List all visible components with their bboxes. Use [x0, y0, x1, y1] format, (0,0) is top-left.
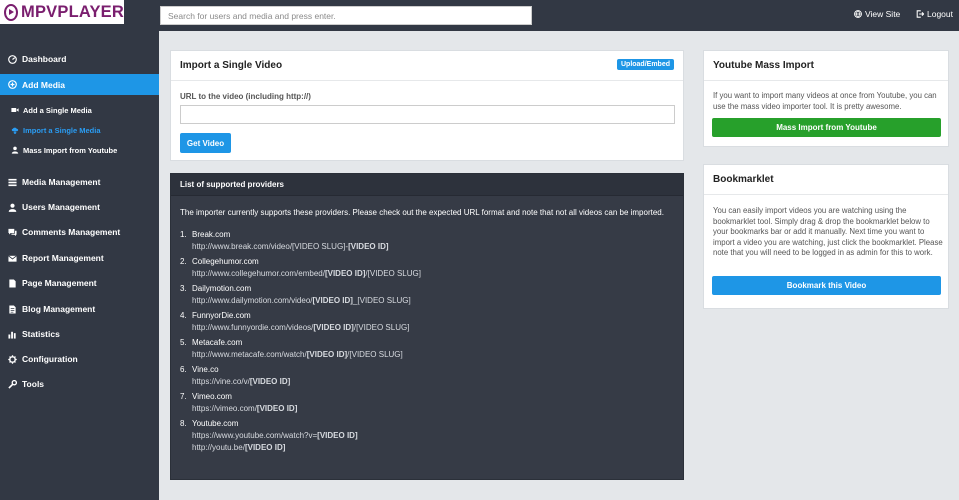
sidebar-item-media-management[interactable]: Media Management — [0, 176, 159, 188]
comments-icon — [8, 228, 17, 237]
sidebar-item-users-management[interactable]: Users Management — [0, 201, 159, 213]
blog-icon — [8, 304, 17, 314]
wrench-icon — [8, 379, 17, 389]
provider-url: http://www.funnyordie.com/videos/[VIDEO … — [192, 323, 410, 332]
sidebar-item-tools[interactable]: Tools — [0, 378, 159, 390]
logo[interactable]: MPVPLAYER — [0, 0, 124, 24]
dashboard-icon — [8, 54, 17, 64]
user-icon — [11, 146, 19, 154]
bookmarklet-header: Bookmarklet — [704, 165, 948, 195]
top-bar: MPVPLAYER View Site Logout — [0, 0, 959, 31]
providers-panel: List of supported providers The importer… — [170, 173, 684, 480]
sidebar-item-label: Comments Management — [22, 227, 121, 237]
provider-url: https://www.youtube.com/watch?v=[VIDEO I… — [192, 431, 358, 440]
panel-title: Import a Single Video — [180, 60, 283, 71]
list-icon — [8, 178, 17, 187]
logout-label: Logout — [927, 9, 953, 19]
provider-name: FunnyorDie.com — [192, 311, 251, 320]
view-site-label: View Site — [865, 9, 901, 19]
search-input[interactable] — [160, 6, 532, 25]
sidebar-item-label: Media Management — [22, 177, 101, 187]
bar-chart-icon — [8, 330, 17, 339]
plus-circle-icon — [8, 80, 17, 89]
sidebar-item-label: Configuration — [22, 354, 78, 364]
sidebar: Dashboard Add Media Add a Single Media I… — [0, 31, 159, 500]
import-panel-header: Import a Single Video Upload/Embed — [171, 51, 683, 81]
provider-name: Metacafe.com — [192, 338, 243, 347]
sidebar-item-label: Page Management — [22, 278, 97, 288]
provider-name: Dailymotion.com — [192, 284, 252, 293]
bookmarklet-panel: Bookmarklet You can easily import videos… — [703, 164, 949, 309]
provider-name: Vimeo.com — [192, 392, 232, 401]
get-video-button[interactable]: Get Video — [180, 133, 231, 153]
mass-import-panel: Youtube Mass Import If you want to impor… — [703, 50, 949, 147]
sidebar-item-configuration[interactable]: Configuration — [0, 353, 159, 365]
logout-icon — [916, 10, 924, 18]
logo-text: MPVPLAYER — [21, 2, 124, 21]
provider-name: Youtube.com — [192, 419, 239, 428]
provider-url-alt: http://youtu.be/[VIDEO ID] — [192, 443, 286, 452]
provider-url: http://www.metacafe.com/watch/[VIDEO ID]… — [192, 350, 403, 359]
provider-name: Break.com — [192, 230, 231, 239]
sidebar-item-label: Tools — [22, 379, 45, 389]
sidebar-subitem-label: Mass Import from Youtube — [23, 145, 118, 155]
sidebar-subitem-import-single[interactable]: Import a Single Media — [0, 125, 159, 135]
sidebar-item-label: Statistics — [22, 329, 60, 339]
provider-name: Collegehumor.com — [192, 257, 259, 266]
play-icon — [4, 3, 19, 21]
url-label: URL to the video (including http://) — [180, 92, 311, 101]
provider-url: http://www.dailymotion.com/video/[VIDEO … — [192, 296, 411, 305]
sidebar-item-label: Users Management — [22, 202, 100, 212]
sidebar-item-page-management[interactable]: Page Management — [0, 277, 159, 289]
panel-title: Bookmarklet — [713, 174, 774, 185]
sidebar-item-label: Add Media — [22, 79, 65, 90]
mass-import-button[interactable]: Mass Import from Youtube — [712, 118, 941, 137]
sidebar-item-label: Dashboard — [22, 54, 67, 64]
bookmarklet-text: You can easily import videos you are wat… — [713, 206, 943, 257]
provider-url: http://www.break.com/video/[VIDEO SLUG]-… — [192, 242, 389, 251]
gear-icon — [8, 354, 17, 364]
page-icon — [8, 278, 17, 288]
mass-import-text: If you want to import many videos at onc… — [713, 91, 937, 111]
user-icon — [8, 203, 17, 212]
panel-title: Youtube Mass Import — [713, 60, 814, 71]
upload-embed-badge[interactable]: Upload/Embed — [616, 59, 674, 70]
mass-import-header: Youtube Mass Import — [704, 51, 948, 81]
sidebar-item-label: Blog Management — [22, 304, 96, 314]
sidebar-subitem-mass-import[interactable]: Mass Import from Youtube — [0, 145, 159, 155]
logout-link[interactable]: Logout — [916, 9, 953, 19]
provider-name: Vine.co — [192, 365, 219, 374]
envelope-icon — [8, 254, 17, 263]
bookmark-video-button[interactable]: Bookmark this Video — [712, 276, 941, 295]
sidebar-item-dashboard[interactable]: Dashboard — [0, 53, 159, 65]
sidebar-item-label: Report Management — [22, 253, 104, 263]
globe-icon — [854, 10, 862, 18]
sidebar-item-comments-management[interactable]: Comments Management — [0, 226, 159, 238]
sidebar-item-add-media[interactable]: Add Media — [0, 74, 159, 95]
sidebar-item-blog-management[interactable]: Blog Management — [0, 303, 159, 315]
sidebar-subitem-add-single[interactable]: Add a Single Media — [0, 105, 159, 115]
video-camera-icon — [11, 106, 19, 114]
providers-panel-header: List of supported providers — [171, 174, 683, 196]
view-site-link[interactable]: View Site — [854, 9, 900, 19]
cloud-download-icon — [11, 126, 19, 134]
sidebar-item-statistics[interactable]: Statistics — [0, 328, 159, 340]
sidebar-item-report-management[interactable]: Report Management — [0, 252, 159, 264]
sidebar-subitem-label: Import a Single Media — [23, 125, 101, 135]
video-url-input[interactable] — [180, 105, 675, 124]
providers-intro: The importer currently supports these pr… — [180, 208, 664, 217]
provider-url: https://vimeo.com/[VIDEO ID] — [192, 404, 298, 413]
sidebar-subitem-label: Add a Single Media — [23, 105, 92, 115]
provider-url: https://vine.co/v/[VIDEO ID] — [192, 377, 291, 386]
provider-url: http://www.collegehumor.com/embed/[VIDEO… — [192, 269, 421, 278]
import-video-panel: Import a Single Video Upload/Embed URL t… — [170, 50, 684, 161]
